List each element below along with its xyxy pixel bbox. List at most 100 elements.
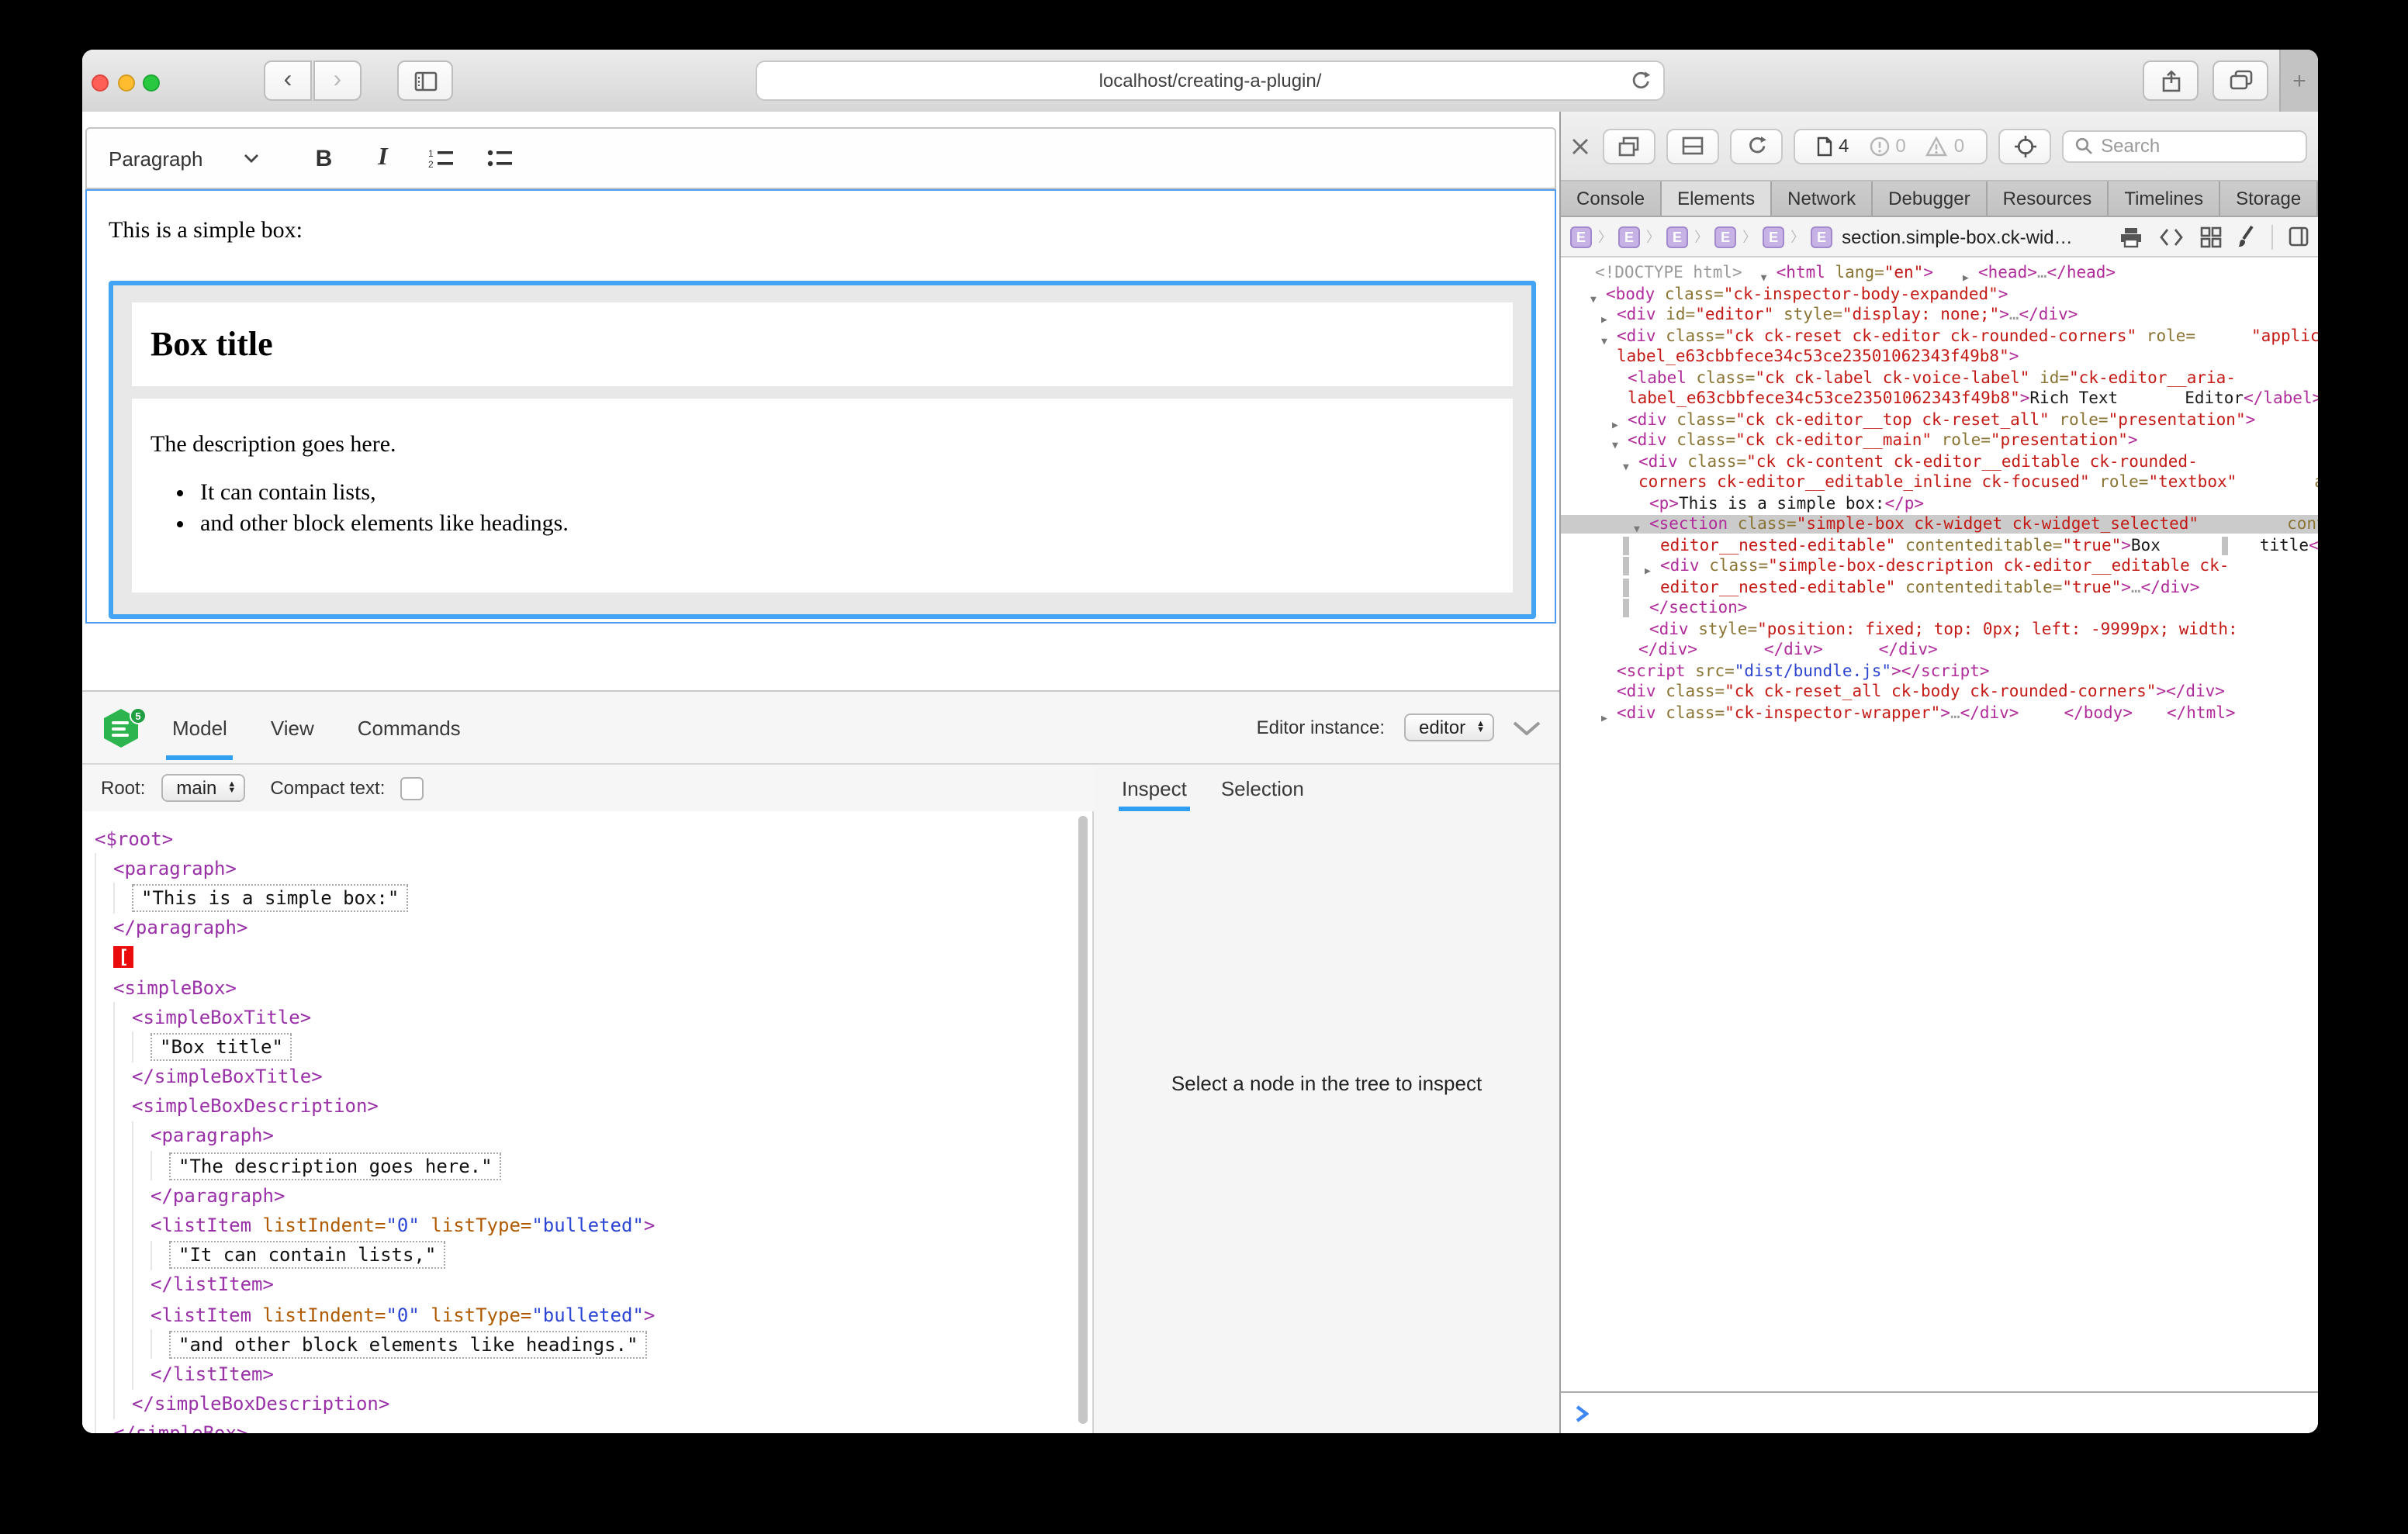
dom-tree-line[interactable]: <label class="ck ck-label ck-voice-label… xyxy=(1561,368,2236,387)
sidebar-button[interactable] xyxy=(397,60,453,101)
editor-instance-select[interactable]: editor ▲▼ xyxy=(1403,713,1494,741)
dom-tree-line[interactable]: "application" dir="ltr" lang="en" aria-l… xyxy=(2195,326,2318,345)
dom-tree-line[interactable]: </div> xyxy=(1823,641,1938,659)
dom-tree-line[interactable]: ▶<div class="simple-box-description ck-e… xyxy=(1561,557,2229,575)
model-tree-line[interactable]: </simpleBox> xyxy=(95,1419,1092,1434)
side-tab-selection[interactable]: Selection xyxy=(1221,776,1304,800)
devtools-tab-debugger[interactable]: Debugger xyxy=(1873,181,1987,216)
dom-tree-line[interactable]: label_e63cbbfece34c53ce23501062343f49b8"… xyxy=(1561,347,2019,366)
close-devtools-button[interactable] xyxy=(1572,137,1589,154)
dom-tree-line[interactable]: ▶<div class="ck-inspector-wrapper">…</di… xyxy=(1561,703,2019,722)
element-picker-button[interactable] xyxy=(1998,128,2051,164)
forward-button[interactable]: › xyxy=(313,60,362,101)
side-tab-inspect[interactable]: Inspect xyxy=(1122,776,1187,800)
breadcrumb-element-badge[interactable]: E xyxy=(1811,226,1832,247)
reload-button[interactable] xyxy=(1631,70,1651,93)
model-tree-line[interactable]: <simpleBoxTitle> xyxy=(95,1002,1092,1031)
detach-devtools-button[interactable] xyxy=(1603,128,1656,164)
inspector-tab-model[interactable]: Model xyxy=(169,716,230,739)
model-tree-line[interactable]: "It can contain lists," xyxy=(95,1240,1092,1270)
collapse-arrow-icon[interactable]: ▶ xyxy=(1601,708,1607,729)
model-tree-line[interactable]: </listItem> xyxy=(95,1360,1092,1389)
devtools-tab-console[interactable]: Console xyxy=(1561,181,1662,216)
model-tree-line[interactable]: </paragraph> xyxy=(95,913,1092,942)
devtools-tab-elements[interactable]: Elements xyxy=(1662,181,1772,216)
dom-tree-line[interactable]: ▶<head>…</head> xyxy=(1933,264,2116,282)
dom-tree-line[interactable]: <script src="dist/bundle.js"></script> xyxy=(1561,662,1990,680)
model-tree-line[interactable]: <paragraph> xyxy=(95,1121,1092,1151)
inspector-tab-commands[interactable]: Commands xyxy=(355,716,464,739)
simple-box-title[interactable]: Box title xyxy=(132,302,1513,386)
dom-tree-line[interactable]: contenteditable="false"> = $0 xyxy=(2199,515,2318,534)
model-tree-line[interactable]: </paragraph> xyxy=(95,1181,1092,1211)
tab-overview-button[interactable] xyxy=(2213,60,2268,101)
resource-status-group[interactable]: 4 0 0 xyxy=(1794,128,1988,164)
dom-tree-line[interactable]: </div> xyxy=(1561,641,1697,659)
devtools-search-field[interactable]: Search xyxy=(2062,130,2307,162)
print-icon[interactable] xyxy=(2119,226,2143,247)
numbered-list-button[interactable]: 12 xyxy=(423,140,460,177)
breadcrumb-element-badge[interactable]: E xyxy=(1618,226,1640,247)
dom-tree-line[interactable]: ▶<div class="ck ck-editor__top ck-reset_… xyxy=(1561,410,2255,429)
breadcrumb-current-node[interactable]: section.simple-box.ck-wid… xyxy=(1842,226,2072,247)
model-tree-line[interactable]: <listItem listIndent="0" listType="bulle… xyxy=(95,1211,1092,1240)
model-tree-line[interactable]: </simpleBoxDescription> xyxy=(95,1389,1092,1418)
bold-button[interactable]: B xyxy=(305,140,342,177)
simple-box-description[interactable]: The description goes here. It can contai… xyxy=(132,399,1513,593)
minimize-window-button[interactable] xyxy=(117,74,134,91)
root-select[interactable]: main ▲▼ xyxy=(161,774,245,802)
dom-tree-line[interactable]: </div> xyxy=(1697,641,1823,659)
compact-text-checkbox[interactable] xyxy=(400,776,424,800)
styles-brush-icon[interactable] xyxy=(2237,225,2256,248)
devtools-tab-storage[interactable]: Storage xyxy=(2220,181,2318,216)
dom-tree-line[interactable]: ▼<div class="ck ck-content ck-editor__ed… xyxy=(1561,452,2198,471)
dom-tree-line[interactable]: …</div> xyxy=(2255,410,2318,429)
model-tree-line[interactable]: <$root> xyxy=(95,824,1092,853)
address-bar[interactable]: localhost/creating-a-plugin/ xyxy=(756,60,1665,101)
dom-tree-line[interactable]: title</h1> xyxy=(2161,536,2318,555)
dom-tree-line[interactable]: <p>This is a simple box:</p> xyxy=(1561,494,1924,513)
inspector-tab-view[interactable]: View xyxy=(268,716,317,739)
devtools-reload-button[interactable] xyxy=(1730,128,1783,164)
new-tab-button[interactable]: + xyxy=(2279,50,2318,112)
breadcrumb-element-badge[interactable]: E xyxy=(1763,226,1784,247)
source-code-icon[interactable] xyxy=(2158,227,2185,246)
zoom-window-button[interactable] xyxy=(143,74,160,91)
devtools-tab-resources[interactable]: Resources xyxy=(1988,181,2109,216)
close-window-button[interactable] xyxy=(92,74,109,91)
model-tree-scrollbar[interactable] xyxy=(1078,816,1088,1424)
details-sidebar-icon[interactable] xyxy=(2289,226,2309,247)
dom-tree-line[interactable]: 42px;">simple box widget</div> xyxy=(2238,620,2318,638)
model-tree-line[interactable]: <listItem listIndent="0" listType="bulle… xyxy=(95,1300,1092,1329)
model-tree-line[interactable]: </simpleBoxTitle> xyxy=(95,1062,1092,1091)
model-tree-line[interactable]: <paragraph> xyxy=(95,853,1092,883)
dom-tree-line[interactable]: ▼<div class="ck ck-reset ck-editor ck-ro… xyxy=(1561,326,2195,345)
dom-tree-line[interactable]: editor__nested-editable" contenteditable… xyxy=(1561,578,2199,596)
collapse-inspector-button[interactable] xyxy=(1513,720,1541,734)
dom-tree-line[interactable]: <div class="ck ck-reset_all ck-body ck-r… xyxy=(1561,682,2225,701)
model-tree-line[interactable]: "This is a simple box:" xyxy=(95,883,1092,913)
console-prompt[interactable] xyxy=(1561,1391,2318,1433)
devtools-tab-timelines[interactable]: Timelines xyxy=(2109,181,2220,216)
back-button[interactable]: ‹ xyxy=(264,60,312,101)
model-tree-line[interactable]: "Box title" xyxy=(95,1032,1092,1062)
dom-tree-line[interactable]: editor__nested-editable" contenteditable… xyxy=(1561,536,2161,555)
model-tree-line[interactable]: <simpleBox> xyxy=(95,973,1092,1002)
devtools-tab-network[interactable]: Network xyxy=(1772,181,1873,216)
dom-tree-line[interactable]: corners ck-editor__editable_inline ck-fo… xyxy=(1561,473,2237,492)
dom-tree-line[interactable]: </body> xyxy=(2019,703,2133,722)
model-tree-line[interactable]: "The description goes here." xyxy=(95,1151,1092,1180)
dom-tree-line[interactable]: Editor</label> xyxy=(2118,389,2318,408)
dom-tree-line[interactable]: label_e63cbbfece34c53ce23501062343f49b8"… xyxy=(1561,389,2118,408)
dock-bottom-button[interactable] xyxy=(1666,128,1719,164)
model-tree-line[interactable]: </listItem> xyxy=(95,1270,1092,1300)
breadcrumb-element-badge[interactable]: E xyxy=(1570,226,1592,247)
dom-tree-line[interactable]: </html> xyxy=(2133,703,2236,722)
model-tree-line[interactable]: [ xyxy=(95,943,1092,973)
grid-overlay-icon[interactable] xyxy=(2200,226,2222,247)
dom-tree-line[interactable]: aria-label="Rich Text Editor, main" cont… xyxy=(2237,473,2318,492)
heading-dropdown[interactable]: Paragraph xyxy=(109,147,258,170)
model-tree-line[interactable]: <simpleBoxDescription> xyxy=(95,1091,1092,1121)
dom-tree-line[interactable]: ▼<body class="ck-inspector-body-expanded… xyxy=(1561,285,2008,303)
breadcrumb-element-badge[interactable]: E xyxy=(1666,226,1688,247)
